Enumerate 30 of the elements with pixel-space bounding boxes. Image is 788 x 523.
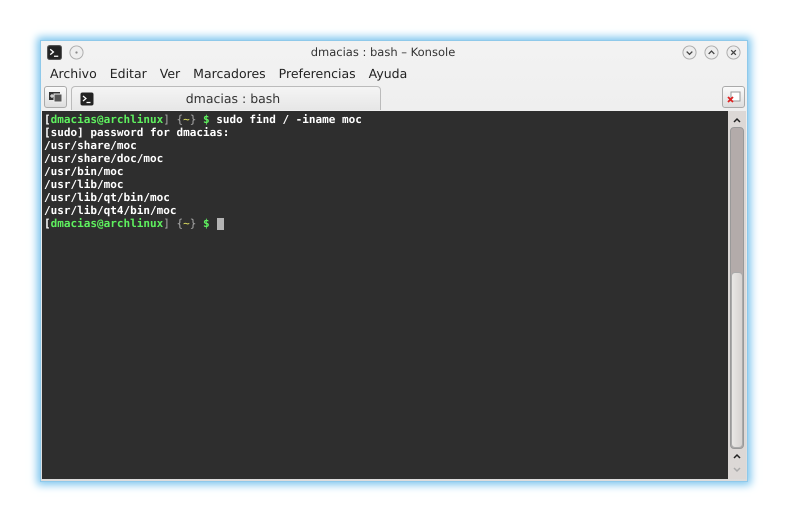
terminal-line: /usr/bin/moc	[44, 165, 124, 178]
terminal-icon	[80, 92, 94, 106]
scrollbar[interactable]	[728, 111, 746, 479]
new-tab-icon	[48, 90, 64, 104]
close-icon[interactable]	[726, 44, 741, 60]
menu-item[interactable]: Marcadores	[188, 66, 271, 81]
terminal-line: [dmacias@archlinux] {~} $ sudo find / -iname moc	[44, 113, 362, 126]
maximize-icon[interactable]	[704, 44, 719, 60]
minimize-icon[interactable]	[682, 44, 697, 60]
terminal-icon[interactable]	[47, 44, 62, 60]
terminal-line: /usr/lib/qt/bin/moc	[44, 191, 170, 204]
terminal-line: /usr/lib/moc	[44, 178, 124, 191]
menu-item[interactable]: Archivo	[45, 66, 102, 81]
terminal-line: /usr/lib/qt4/bin/moc	[44, 204, 176, 217]
close-tab-button[interactable]	[722, 86, 745, 108]
terminal-line: [sudo] password for dmacias:	[44, 126, 230, 139]
menu-item[interactable]: Ver	[154, 66, 186, 81]
tab[interactable]: dmacias : bash	[71, 86, 381, 110]
scroll-up-icon[interactable]	[732, 116, 742, 124]
window-title: dmacias : bash – Konsole	[310, 45, 456, 59]
scroll-thumb[interactable]	[731, 272, 743, 448]
menu-item[interactable]: Preferencias	[274, 66, 361, 81]
terminal-line: /usr/share/moc	[44, 139, 137, 152]
scroll-up-icon[interactable]	[732, 452, 742, 460]
terminal-line: [dmacias@archlinux] {~} $	[44, 217, 210, 230]
menu-item[interactable]: Editar	[104, 66, 152, 81]
close-tab-icon	[726, 90, 740, 104]
terminal-line: /usr/share/doc/moc	[44, 152, 164, 165]
new-tab-button[interactable]	[44, 86, 67, 108]
menu-item[interactable]: Ayuda	[364, 66, 412, 81]
